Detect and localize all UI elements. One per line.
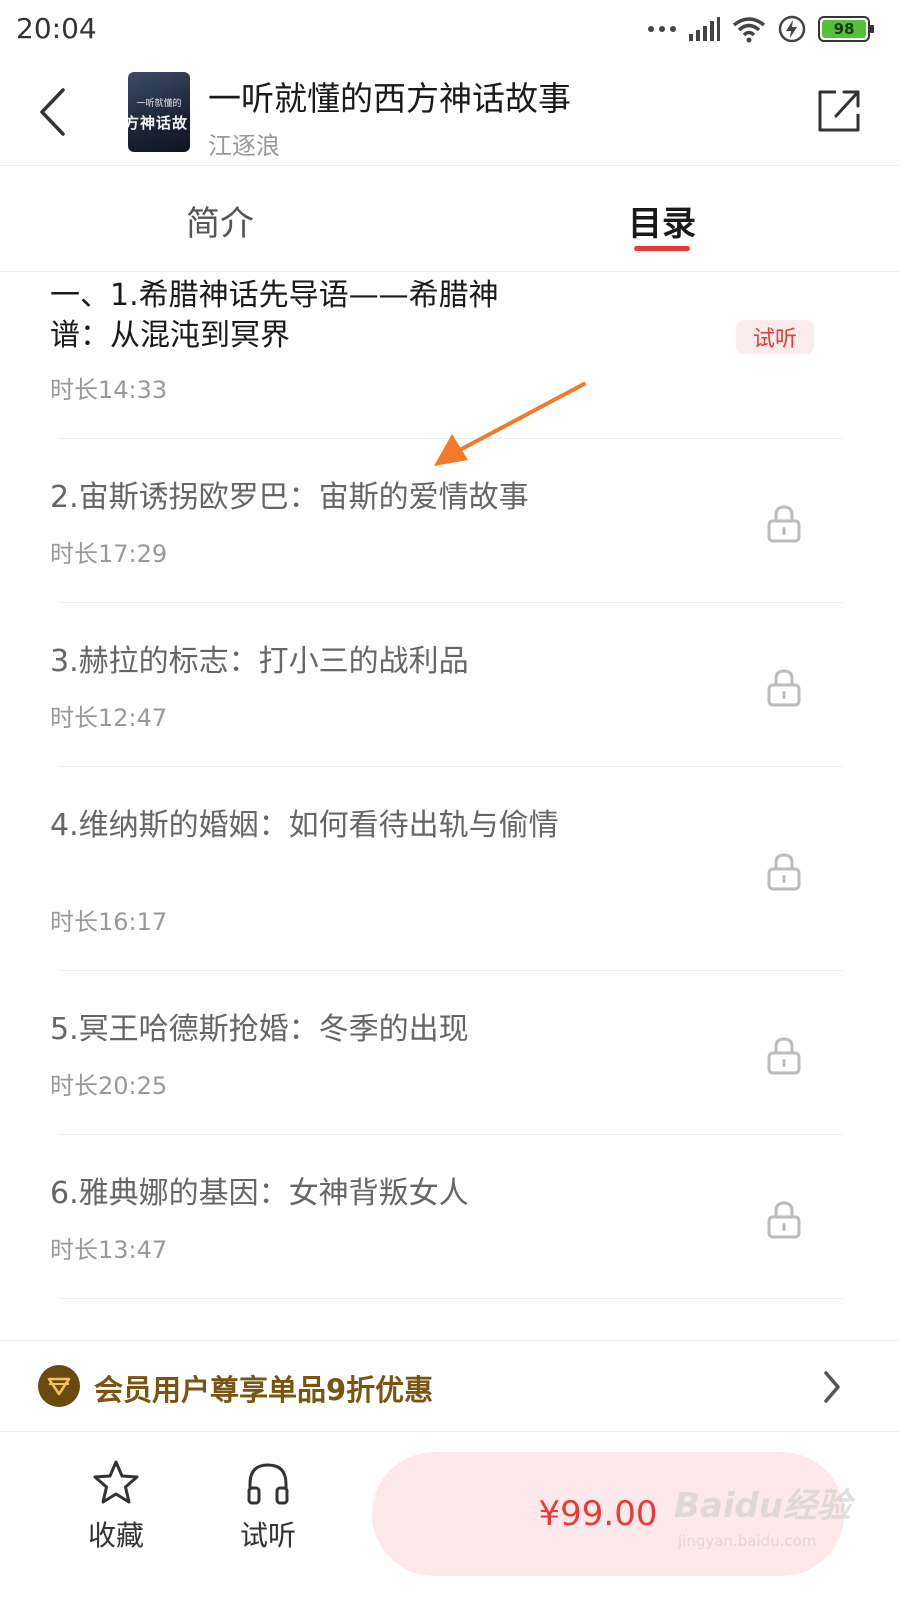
lock-icon	[767, 505, 801, 543]
chapter-duration: 时长16:17	[50, 908, 168, 936]
status-indicators: 98	[648, 14, 874, 44]
tab-active-indicator	[634, 246, 690, 251]
share-button[interactable]	[816, 86, 864, 134]
tab-catalog[interactable]: 目录	[628, 196, 696, 245]
buy-price: ¥99.00	[538, 1494, 658, 1534]
player-header: 一听就懂的 方神话故 一听就懂的西方神话故事 江逐浪	[0, 62, 900, 166]
chapter-duration: 时长17:29	[50, 540, 168, 568]
lock-icon	[767, 669, 801, 707]
battery-level: 98	[822, 20, 866, 38]
member-diamond-icon	[38, 1365, 80, 1407]
tab-bar: 简介 目录	[0, 166, 900, 272]
chapter-title: 一、1.希腊神话先导语——希腊神谱：从混沌到冥界	[50, 278, 499, 353]
favorite-label: 收藏	[87, 1519, 144, 1552]
book-author[interactable]: 江逐浪	[208, 126, 280, 161]
baidu-watermark: Baidu经验 jingyan.baidu.com	[674, 1460, 874, 1570]
book-title: 一听就懂的西方神话故事	[208, 79, 571, 118]
chapter-title: 5.冥王哈德斯抢婚：冬季的出现	[50, 1012, 469, 1047]
chapter-item-6[interactable]: 6.雅典娜的基因：女神背叛女人 时长13:47	[0, 1136, 900, 1300]
divider	[58, 1134, 842, 1135]
headphones-icon	[247, 1463, 289, 1505]
chapter-item-3[interactable]: 3.赫拉的标志：打小三的战利品 时长12:47	[0, 604, 900, 768]
chapter-duration: 时长20:25	[50, 1072, 168, 1100]
chapter-item-4[interactable]: 4.维纳斯的婚姻：如何看待出轨与偷情 时长16:17	[0, 768, 900, 972]
share-icon	[818, 90, 860, 132]
more-dots-icon	[648, 14, 676, 44]
wifi-icon	[732, 17, 766, 43]
watermark-url: jingyan.baidu.com	[678, 1532, 817, 1550]
watermark-brand: Baidu经验	[674, 1486, 852, 1526]
trial-listen-button[interactable]: 试听	[218, 1458, 318, 1568]
status-time: 20:04	[16, 12, 97, 45]
chapter-title: 4.维纳斯的婚姻：如何看待出轨与偷情	[50, 808, 559, 843]
chapter-title: 6.雅典娜的基因：女神背叛女人	[50, 1176, 469, 1211]
member-discount-banner[interactable]: 会员用户尊享单品9折优惠	[0, 1340, 900, 1432]
favorite-button[interactable]: 收藏	[66, 1458, 166, 1568]
divider	[58, 970, 842, 971]
divider	[58, 1298, 842, 1299]
tab-intro[interactable]: 简介	[186, 196, 254, 245]
trial-badge[interactable]: 试听	[736, 320, 814, 354]
lock-icon	[767, 1037, 801, 1075]
lock-icon	[767, 853, 801, 891]
chapter-duration: 时长13:47	[50, 1236, 168, 1264]
cover-top-text: 一听就懂的	[136, 99, 182, 109]
member-discount-text: 会员用户尊享单品9折优惠	[94, 1373, 434, 1407]
chapter-title: 3.赫拉的标志：打小三的战利品	[50, 644, 469, 679]
chapter-item-5[interactable]: 5.冥王哈德斯抢婚：冬季的出现 时长20:25	[0, 972, 900, 1136]
charging-icon	[778, 15, 806, 43]
cover-main-text: 方神话故	[128, 114, 189, 132]
chapter-title: 2.宙斯诱拐欧罗巴：宙斯的爱情故事	[50, 480, 529, 515]
chapter-duration: 时长14:33	[50, 376, 168, 404]
status-bar: 20:04 98	[0, 0, 900, 62]
signal-icon	[689, 17, 720, 41]
battery-icon: 98	[818, 16, 874, 42]
back-arrow-icon	[40, 88, 65, 136]
star-icon	[93, 1460, 139, 1504]
trial-listen-label: 试听	[239, 1519, 296, 1552]
divider	[58, 766, 842, 767]
annotation-arrow-icon	[434, 382, 586, 466]
back-button[interactable]	[28, 84, 76, 140]
divider	[58, 602, 842, 603]
chapter-duration: 时长12:47	[50, 704, 168, 732]
book-cover[interactable]: 一听就懂的 方神话故	[128, 72, 190, 152]
chevron-right-icon	[824, 1371, 840, 1403]
lock-icon	[767, 1201, 801, 1239]
